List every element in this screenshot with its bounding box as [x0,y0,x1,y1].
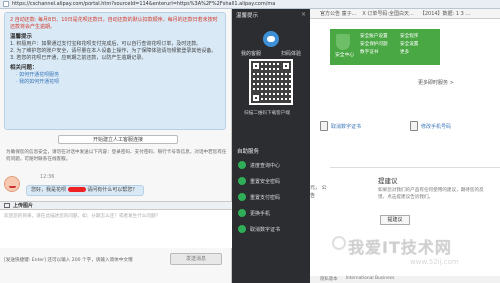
security-notice: 为确保您的信息安全，请勿在对话中发送以下内容：登录密码、支付密码、银行卡号等信息… [6,150,227,162]
faq-line: 1. 积极用户：如果通过支付宝和花呗支付完成后，可以自行查询花呗订单，及时还款。 [10,41,202,47]
self-service-label: 重置支付密码 [250,194,281,201]
security-center-card: 安全中心 安全账户设置 安全程序 安全保护问题 安全设置 数字证书 更多 [330,29,440,65]
feedback-text: 如果您对我们的产品有任何使用的建议，期待您的反馈，点击提建议告诉我们。 [378,188,484,200]
self-service-item[interactable]: 取消数字证书 [238,223,308,235]
self-service-title: 自助服务 [237,149,260,155]
cancel-certificate-action[interactable]: 取消数字证书 [320,121,361,131]
tab-my-service[interactable]: 我的客服 [241,50,261,57]
transfer-to-agent-button[interactable]: 开始建立人工客服连接 [58,135,178,144]
security-link[interactable]: 安全账户设置 [360,33,400,39]
phone-icon [410,121,418,131]
self-service-item[interactable]: 重置安全密码 [238,175,308,187]
security-links: 安全账户设置 安全程序 安全保护问题 安全设置 数字证书 更多 [360,33,440,55]
progress-icon [238,161,246,169]
url-text[interactable]: https://cschannel.alipay.com/portal.htm?… [12,1,275,7]
background-tab[interactable]: 【2014】数据: 1 3 ... [420,10,470,17]
bubble-suffix: 请问有什么可以帮您？ [87,187,138,193]
upload-toolbar: 上传图片 [0,201,232,210]
agent-message-bubble: 您好，我是花呗 请问有什么可以帮您？ [26,185,144,196]
qr-pattern [251,61,291,103]
shield-icon [336,34,350,50]
footer-link[interactable]: International Business [346,276,395,283]
chat-panel: 2 自动还款: 每月8日、10日是花呗还款日，自动还款的默认扣款顺序，每月的还款… [0,9,232,283]
more-services-link[interactable]: 更多即时服务 > [418,79,454,86]
related-title: 相关问题： [10,65,38,71]
security-link[interactable]: 数字证书 [360,49,400,55]
lock-icon [238,193,246,201]
qr-finder [281,61,291,71]
self-service-item[interactable]: 重置支付密码 [238,191,308,203]
image-icon[interactable] [4,203,10,208]
overlay-title: 温馨提示 [236,12,259,19]
message-input[interactable]: 欢迎您的到来，请在此描述您的问题，如：分期怎么还？或者发生什么问题？ [0,210,232,248]
certificate-icon [320,121,328,131]
faq-line: 2. 为了维护您的账户安全，请尽量在本人设备上操作，为了保障体验请勿频繁登录其他… [10,48,217,54]
qr-finder [251,61,261,71]
self-service-label: 重置安全密码 [250,178,281,185]
self-service-item[interactable]: 进度查询中心 [238,159,308,171]
send-shortcut-hint: [发送快捷键: Enter] 还可以输入 200 个字，请输入简体中文哦 [4,258,133,263]
action-label: 修改手机号码 [421,123,452,130]
feedback-title: 提建议 [378,177,398,185]
watermark-logo-icon [332,236,346,250]
tab-scan-experience[interactable]: 扫码体验 [281,50,301,57]
security-link[interactable]: 更多 [400,49,440,55]
send-message-button[interactable]: 发送消息 [170,253,222,265]
footer-link[interactable]: 隐私版本 [320,276,338,283]
message-timestamp: 12:36 [40,174,55,180]
divider [330,167,500,168]
faq-title: 温馨提示 [10,34,33,40]
related-link[interactable]: · 我的如何开通花呗 [10,79,220,86]
faq-line: 3. 若您的花呗已开通，应到期之前还款，以防产生逾期记录。 [10,55,147,61]
watermark: 我爱IT技术网 www.52ij.com [330,228,500,276]
background-tab[interactable]: X 订单号码:全国白天... [362,10,413,17]
close-icon[interactable]: × [301,11,306,18]
watermark-url: www.52ij.com [410,258,459,266]
security-link[interactable]: 安全设置 [400,41,440,47]
system-message: 2 自动还款: 每月8日、10日是花呗还款日，自动还款的默认扣款顺序，每月的还款… [4,12,226,130]
self-service-label: 取消数字证书 [250,226,281,233]
intro-warning-text: 2 自动还款: 每月8日、10日是花呗还款日，自动还款的默认扣款顺序，每月的还款… [10,17,218,30]
self-service-label: 进度查询中心 [250,162,281,169]
watermark-text: 我爱IT技术网 [348,238,452,257]
address-bar[interactable]: https://cschannel.alipay.com/portal.htm?… [0,0,500,9]
background-tab[interactable]: 官方公告 童子... [320,10,356,17]
input-placeholder: 欢迎您的到来，请在此描述您的问题，如：分期怎么还？或者发生什么问题？ [4,214,161,219]
self-service-label: 更换手机 [250,210,271,217]
qr-code [249,59,293,105]
qr-finder [251,93,261,103]
page-footer: 隐私版本 International Business [310,276,500,283]
security-link[interactable]: 安全保护问题 [360,41,400,47]
bubble-text: 您好，我是花呗 [31,187,67,193]
overlay-tabs: 我的客服 扫码体验 [241,50,301,57]
lock-icon [3,1,9,7]
feedback-button[interactable]: 提建议 [380,215,410,225]
upload-image-label[interactable]: 上传图片 [13,202,33,209]
self-service-item[interactable]: 更换手机 [238,207,308,219]
key-icon [238,177,246,185]
certificate-icon [238,225,246,233]
alipay-logo-icon [263,31,279,47]
overlay-header: 温馨提示 × [232,9,310,20]
action-label: 取消数字证书 [331,123,362,130]
phone-icon [238,209,246,217]
service-overlay: 温馨提示 × 我的客服 扫码体验 扫描二维码下载客户端 自助服务 进度查询中心 … [232,9,310,283]
qr-caption: 扫描二维码下载客户端 [244,111,290,116]
security-center-label: 安全中心 [335,53,355,58]
security-link[interactable]: 安全程序 [400,33,440,39]
related-link[interactable]: · 如何开通花呗服务 [10,72,220,79]
change-phone-action[interactable]: 修改手机号码 [410,121,451,131]
redacted-name [67,187,86,192]
agent-avatar [4,176,20,192]
side-text: 元， 公告 [310,185,327,199]
